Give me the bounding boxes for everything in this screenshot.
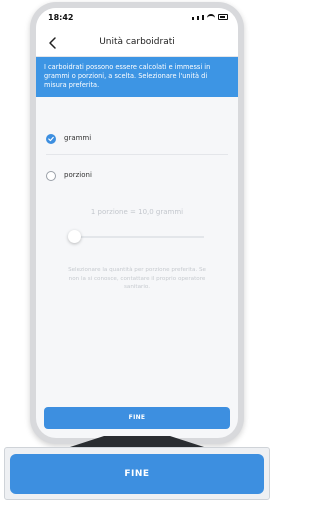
- page-title: Unità carboidrati: [99, 37, 175, 47]
- option-grammi[interactable]: grammi: [36, 125, 238, 155]
- screenshot-stage: 18:42 Unità carboidrati I carboidrati po…: [0, 0, 274, 523]
- option-porzioni[interactable]: porzioni: [36, 162, 238, 192]
- status-time: 18:42: [48, 13, 74, 22]
- done-button[interactable]: FINE: [44, 407, 230, 429]
- radio-checked[interactable]: [46, 134, 56, 144]
- zoomed-done-button[interactable]: FINE: [10, 454, 264, 494]
- signal-bar: [202, 15, 204, 20]
- check-icon: [48, 136, 54, 142]
- divider: [46, 154, 228, 155]
- wifi-icon: [207, 14, 215, 20]
- signal-bar: [197, 16, 199, 20]
- portion-slider-track: [74, 236, 204, 238]
- radio-unchecked[interactable]: [46, 171, 56, 181]
- battery-icon: [218, 14, 228, 20]
- option-label: porzioni: [64, 171, 92, 179]
- portion-slider-thumb[interactable]: [68, 230, 81, 243]
- info-banner: I carboidrati possono essere calcolati e…: [36, 57, 238, 97]
- nav-bar: Unità carboidrati: [36, 30, 238, 57]
- status-bar: 18:42: [36, 8, 238, 30]
- option-label: grammi: [64, 134, 92, 142]
- portion-conversion: 1 porzione = 10,0 grammi: [90, 208, 184, 216]
- portion-help-text: Selezionare la quantità per porzione pre…: [68, 267, 206, 291]
- status-icons: [192, 14, 228, 20]
- phone-frame: 18:42 Unità carboidrati I carboidrati po…: [30, 2, 244, 444]
- phone-screen: 18:42 Unità carboidrati I carboidrati po…: [36, 8, 238, 438]
- signal-icon: [192, 17, 194, 20]
